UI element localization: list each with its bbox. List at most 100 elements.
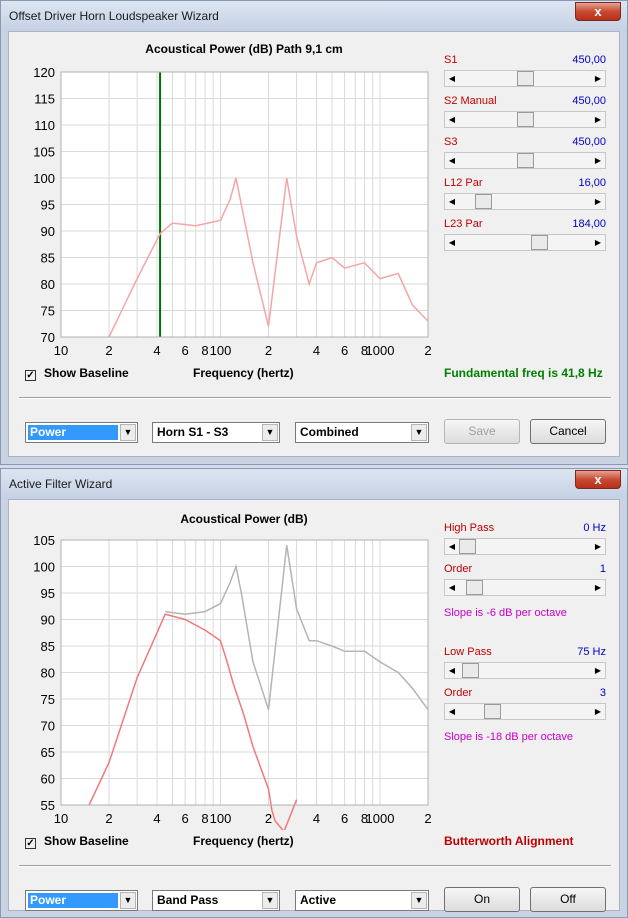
chevron-down-icon[interactable]: ▼	[411, 424, 427, 441]
arrow-right-icon[interactable]: ▶	[591, 71, 605, 86]
high-pass-thumb[interactable]	[459, 539, 476, 554]
arrow-right-icon[interactable]: ▶	[591, 235, 605, 250]
chevron-down-icon[interactable]: ▼	[120, 424, 136, 441]
y-tick-label: 100	[33, 171, 55, 186]
arrow-right-icon[interactable]: ▶	[591, 153, 605, 168]
arrow-right-icon[interactable]: ▶	[591, 663, 605, 678]
arrow-right-icon[interactable]: ▶	[591, 539, 605, 554]
y-tick-label: 100	[33, 560, 55, 575]
low-order-slider[interactable]: ◀ ▶	[444, 703, 606, 720]
horn-wizard-window: Offset Driver Horn Loudspeaker Wizard x …	[0, 0, 628, 465]
title-bar[interactable]: Offset Driver Horn Loudspeaker Wizard x	[1, 1, 627, 31]
output-mode-combo[interactable]: Combined ▼	[295, 422, 429, 443]
chevron-down-icon[interactable]: ▼	[262, 892, 278, 909]
show-baseline-label: Show Baseline	[44, 366, 129, 380]
close-button[interactable]: x	[575, 2, 621, 21]
high-pass-value: 0 Hz	[583, 522, 606, 534]
arrow-left-icon[interactable]: ◀	[445, 112, 459, 127]
cancel-button[interactable]: Cancel	[530, 419, 606, 444]
close-button[interactable]: x	[575, 470, 621, 489]
arrow-right-icon[interactable]: ▶	[591, 704, 605, 719]
l23-thumb[interactable]	[531, 235, 549, 250]
x-tick-label: 100	[210, 343, 232, 358]
high-pass-slider[interactable]: ◀ ▶	[444, 538, 606, 555]
checkmark-icon: ✓	[25, 370, 36, 381]
filter-mode-combo[interactable]: Active ▼	[295, 890, 429, 911]
arrow-right-icon[interactable]: ▶	[591, 112, 605, 127]
horn-section-combo[interactable]: Horn S1 - S3 ▼	[152, 422, 280, 443]
s3-thumb[interactable]	[516, 153, 534, 168]
x-axis-label: Frequency (hertz)	[193, 366, 294, 380]
window-title: Active Filter Wizard	[9, 477, 113, 491]
y-tick-label: 80	[41, 277, 55, 292]
low-pass-thumb[interactable]	[462, 663, 480, 678]
high-order-value: 1	[599, 563, 606, 575]
chevron-down-icon[interactable]: ▼	[262, 424, 278, 441]
y-tick-label: 90	[41, 224, 55, 239]
view-mode-combo[interactable]: Power ▼	[25, 890, 138, 911]
s2-thumb[interactable]	[516, 112, 534, 127]
high-order-label: Order	[444, 563, 473, 575]
x-tick-label: 2	[105, 343, 112, 358]
y-tick-label: 105	[33, 533, 55, 548]
l12-thumb[interactable]	[475, 194, 493, 209]
y-tick-label: 90	[41, 613, 55, 628]
arrow-left-icon[interactable]: ◀	[445, 663, 459, 678]
x-tick-label: 2	[424, 811, 431, 826]
l23-value: 184,00	[572, 218, 606, 230]
arrow-right-icon[interactable]: ▶	[591, 194, 605, 209]
y-tick-label: 115	[34, 92, 55, 107]
y-tick-label: 70	[41, 719, 55, 734]
arrow-left-icon[interactable]: ◀	[445, 235, 459, 250]
l23-label: L23 Par	[444, 218, 483, 230]
combo-value: Active	[300, 893, 337, 907]
low-pass-label: Low Pass	[444, 646, 492, 658]
chevron-down-icon[interactable]: ▼	[120, 892, 136, 909]
l12-slider[interactable]: ◀ ▶	[444, 193, 606, 210]
x-tick-label: 6	[181, 811, 188, 826]
x-tick-label: 8	[201, 811, 208, 826]
s3-value: 450,00	[572, 136, 606, 148]
high-order-slider[interactable]: ◀ ▶	[444, 579, 606, 596]
s1-thumb[interactable]	[516, 71, 534, 86]
arrow-left-icon[interactable]: ◀	[445, 71, 459, 86]
save-button[interactable]: Save	[444, 419, 520, 444]
s3-slider[interactable]: ◀ ▶	[444, 152, 606, 169]
s3-label: S3	[444, 136, 458, 148]
chevron-down-icon[interactable]: ▼	[411, 892, 427, 909]
low-pass-value: 75 Hz	[577, 646, 606, 658]
x-tick-label: 1000	[366, 811, 395, 826]
arrow-left-icon[interactable]: ◀	[445, 194, 459, 209]
x-tick-label: 6	[341, 811, 348, 826]
divider	[19, 865, 611, 867]
on-button[interactable]: On	[444, 887, 520, 912]
fundamental-freq-text: Fundamental freq is 41,8 Hz	[444, 366, 603, 380]
x-tick-label: 100	[210, 811, 232, 826]
l23-slider[interactable]: ◀ ▶	[444, 234, 606, 251]
filter-type-combo[interactable]: Band Pass ▼	[152, 890, 280, 911]
show-baseline-checkbox[interactable]: ✓ Show Baseline	[25, 366, 129, 381]
s2-slider[interactable]: ◀ ▶	[444, 111, 606, 128]
off-button[interactable]: Off	[530, 887, 606, 912]
low-pass-slider[interactable]: ◀ ▶	[444, 662, 606, 679]
arrow-left-icon[interactable]: ◀	[445, 153, 459, 168]
title-bar[interactable]: Active Filter Wizard x	[1, 469, 627, 499]
x-tick-label: 2	[105, 811, 112, 826]
l12-value: 16,00	[578, 177, 606, 189]
s1-slider[interactable]: ◀ ▶	[444, 70, 606, 87]
arrow-right-icon[interactable]: ▶	[591, 580, 605, 595]
low-order-thumb[interactable]	[484, 704, 502, 719]
low-slope-text: Slope is -18 dB per octave	[444, 731, 574, 743]
y-tick-label: 75	[41, 304, 55, 319]
show-baseline-checkbox[interactable]: ✓ Show Baseline	[25, 834, 129, 849]
divider	[19, 397, 611, 399]
arrow-left-icon[interactable]: ◀	[445, 580, 459, 595]
view-mode-combo[interactable]: Power ▼	[25, 422, 138, 443]
s2-label: S2 Manual	[444, 95, 497, 107]
arrow-left-icon[interactable]: ◀	[445, 539, 459, 554]
x-tick-label: 10	[54, 811, 68, 826]
high-order-thumb[interactable]	[465, 580, 483, 595]
active-filter-window: Active Filter Wizard x Acoustical Power …	[0, 468, 628, 918]
arrow-left-icon[interactable]: ◀	[445, 704, 459, 719]
wizard-client-area: Acoustical Power (dB) 105 100 95 90 85 80 75 70…	[8, 499, 620, 912]
